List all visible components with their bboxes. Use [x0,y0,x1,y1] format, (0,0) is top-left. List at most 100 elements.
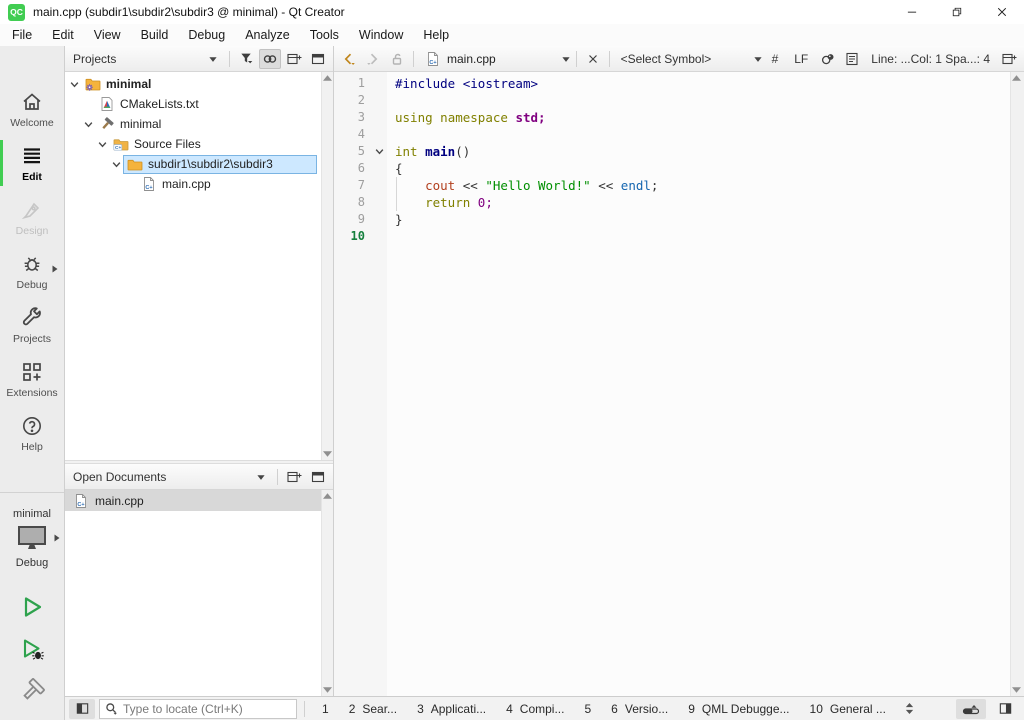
bug-icon [20,252,44,276]
editor-column: C+ main.cpp <Select Symbol> # [334,46,1024,696]
editor-scrollbar[interactable] [1010,72,1024,696]
locator-input[interactable] [123,702,292,716]
project-tree-scrollbar[interactable] [321,72,333,460]
output-pane-number: 1 [322,702,329,716]
menu-analyze[interactable]: Analyze [235,24,299,46]
code-line-8: return 0; [395,194,1010,211]
locator[interactable] [99,699,297,719]
code-line-6: { [395,160,1010,177]
tree-expander-icon[interactable] [95,137,109,151]
menu-edit[interactable]: Edit [42,24,84,46]
run-button[interactable] [17,593,47,621]
toggle-right-sidebar-button[interactable] [990,699,1020,719]
menu-window[interactable]: Window [349,24,413,46]
output-pane-arrows-icon[interactable] [904,701,915,716]
line-number[interactable]: 5 [334,143,372,160]
output-pane-4[interactable]: 4Compi... [496,699,574,719]
editor-gutter[interactable]: 12345678910 [334,72,372,696]
menu-build[interactable]: Build [131,24,179,46]
close-pane-button[interactable] [307,467,329,487]
close-button[interactable] [979,0,1024,24]
file-properties-button[interactable] [841,49,863,69]
kit-flyout-arrow-icon [53,533,61,543]
mode-debug[interactable]: Debug [0,244,64,298]
output-pane-2[interactable]: 2Sear... [339,699,407,719]
cursor-position-indicator[interactable]: Line: ...Col: 1 Spa...: 4 [865,52,996,66]
minimize-button[interactable] [889,0,934,24]
extensions-icon [20,360,44,384]
close-pane-icon [310,51,326,67]
output-pane-10[interactable]: 10General ... [800,699,896,719]
menu-debug[interactable]: Debug [178,24,235,46]
open-document-main-cpp[interactable]: C+main.cpp [65,490,321,511]
mode-edit[interactable]: Edit [0,136,64,190]
restore-button[interactable] [934,0,979,24]
tree-expander-icon[interactable] [109,157,123,171]
menu-tools[interactable]: Tools [300,24,349,46]
tree-item-minimal[interactable]: minimal [65,114,333,134]
scroll-up-icon [1012,75,1021,81]
output-pane-number: 4 [506,702,513,716]
projects-pane-dropdown-button[interactable] [202,49,224,69]
line-ending-indicator[interactable]: LF [787,52,815,66]
toggle-left-sidebar-button[interactable] [69,699,95,719]
tree-expander-icon[interactable] [67,77,81,91]
tree-expander-icon[interactable] [81,117,95,131]
projects-panel-title[interactable]: Projects [73,52,200,66]
code-editor[interactable]: 12345678910 #include <iostream> using na… [334,72,1024,696]
tree-item-subdir1-subdir2-subdir3[interactable]: subdir1\subdir2\subdir3 [65,154,333,174]
fold-column[interactable] [372,72,387,696]
open-documents-title[interactable]: Open Documents [73,470,248,484]
output-pane-9[interactable]: 9QML Debugge... [678,699,799,719]
split-editor-button[interactable] [998,49,1020,69]
filter-tree-button[interactable] [235,49,257,69]
line-number[interactable]: 10 [334,228,372,245]
output-pane-5[interactable]: 5 [574,699,601,719]
progress-details-button[interactable] [956,699,986,719]
synchronize-with-editor-button[interactable] [259,49,281,69]
close-document-button[interactable] [582,49,604,69]
tree-item-cmakelists-txt[interactable]: CMakeLists.txt [65,94,333,114]
go-forward-button[interactable] [362,49,384,69]
output-pane-1[interactable]: 1 [312,699,339,719]
open-document-selector[interactable]: C+ main.cpp [419,51,571,67]
line-number[interactable]: 1 [334,75,372,92]
line-number[interactable]: 8 [334,194,372,211]
run-debug-button[interactable] [17,635,47,663]
symbol-selector[interactable]: <Select Symbol> [615,52,763,66]
line-number[interactable]: 9 [334,211,372,228]
split-pane-button[interactable] [283,49,305,69]
split-pane-button[interactable] [283,467,305,487]
build-button[interactable] [17,677,47,705]
menu-file[interactable]: File [2,24,42,46]
tree-item-minimal[interactable]: minimal [65,74,333,94]
tree-item-main-cpp[interactable]: C+main.cpp [65,174,333,194]
line-number[interactable]: 4 [334,126,372,143]
open-documents-dropdown-button[interactable] [250,467,272,487]
menu-view[interactable]: View [84,24,131,46]
hash-indicator[interactable]: # [765,52,786,66]
fold-marker-icon[interactable] [372,143,387,160]
file-lock-button[interactable] [386,49,408,69]
mode-projects[interactable]: Projects [0,298,64,352]
output-pane-3[interactable]: 3Applicati... [407,699,496,719]
kit-selector[interactable]: minimal Debug [0,508,64,569]
tree-item-source-files[interactable]: C+Source Files [65,134,333,154]
toolbar-separator [229,51,230,67]
line-number[interactable]: 7 [334,177,372,194]
close-pane-button[interactable] [307,49,329,69]
go-back-button[interactable] [338,49,360,69]
mode-welcome[interactable]: Welcome [0,82,64,136]
encoding-button[interactable] [817,49,839,69]
line-number[interactable]: 3 [334,109,372,126]
line-number[interactable]: 6 [334,160,372,177]
open-documents-scrollbar[interactable] [321,490,333,696]
scroll-down-icon [323,687,332,693]
menu-help[interactable]: Help [413,24,459,46]
mode-extensions[interactable]: Extensions [0,352,64,406]
output-pane-6[interactable]: 6Versio... [601,699,678,719]
code-area[interactable]: #include <iostream> using namespace std;… [387,72,1010,696]
mode-help[interactable]: Help [0,406,64,460]
line-number[interactable]: 2 [334,92,372,109]
output-pane-number: 3 [417,702,424,716]
